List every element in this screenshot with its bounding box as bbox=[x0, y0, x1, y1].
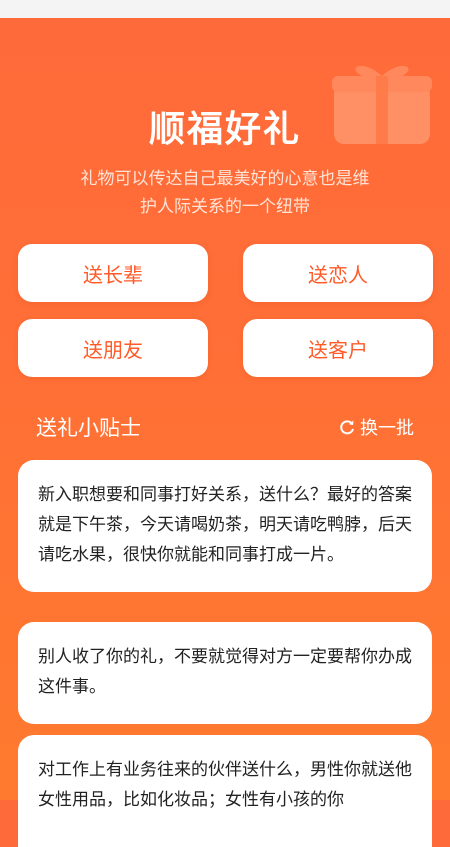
tip-card[interactable]: 别人收了你的礼，不要就觉得对方一定要帮你办成这件事。 bbox=[18, 622, 432, 724]
refresh-icon bbox=[340, 420, 354, 435]
tip-card[interactable]: 新入职想要和同事打好关系，送什么？最好的答案就是下午茶，今天请喝奶茶，明天请吃鸭… bbox=[18, 460, 432, 592]
gift-elders-button[interactable]: 送长辈 bbox=[18, 244, 208, 302]
tip-text: 别人收了你的礼，不要就觉得对方一定要帮你办成这件事。 bbox=[38, 647, 412, 697]
refresh-button[interactable]: 换一批 bbox=[338, 414, 414, 440]
gift-client-button[interactable]: 送客户 bbox=[243, 319, 433, 377]
tip-card[interactable]: 对工作上有业务往来的伙伴送什么，男性你就送他女性用品，比如化妆品；女性有小孩的你 bbox=[18, 735, 432, 847]
subtitle-line-2: 护人际关系的一个纽带 bbox=[140, 197, 310, 217]
tip-text: 对工作上有业务往来的伙伴送什么，男性你就送他女性用品，比如化妆品；女性有小孩的你 bbox=[38, 760, 412, 810]
tips-heading: 送礼小贴士 bbox=[36, 416, 141, 440]
status-bar bbox=[0, 0, 450, 18]
tip-text: 新入职想要和同事打好关系，送什么？最好的答案就是下午茶，今天请喝奶茶，明天请吃鸭… bbox=[38, 485, 412, 565]
subtitle-line-1: 礼物可以传达自己最美好的心意也是维 bbox=[80, 169, 370, 189]
gift-lover-button[interactable]: 送恋人 bbox=[243, 244, 433, 302]
gift-friend-button[interactable]: 送朋友 bbox=[18, 319, 208, 377]
refresh-label: 换一批 bbox=[360, 418, 414, 439]
page-title: 顺福好礼 bbox=[148, 109, 301, 150]
page-subtitle: 礼物可以传达自己最美好的心意也是维 护人际关系的一个纽带 bbox=[60, 165, 390, 221]
